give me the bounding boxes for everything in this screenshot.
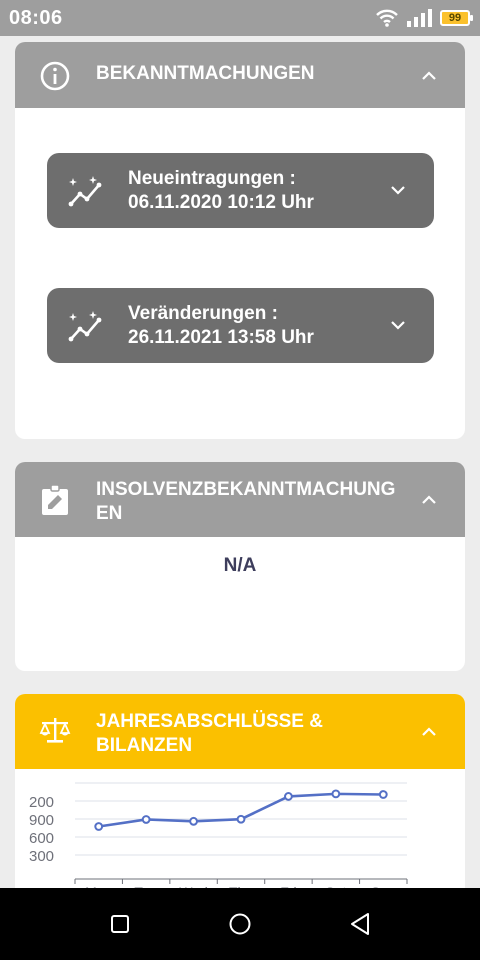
- chevron-down-icon[interactable]: [388, 180, 408, 200]
- chevron-up-icon[interactable]: [419, 66, 439, 86]
- jahresabschluesse-title-line2: BILANZEN: [96, 735, 193, 756]
- insolvenz-value: N/A: [223, 555, 257, 576]
- battery-icon: 99: [440, 10, 473, 26]
- info-icon: [40, 61, 70, 91]
- status-icons: 99: [376, 8, 473, 28]
- entry-label: Veränderungen :: [128, 303, 278, 324]
- insolvenz-header[interactable]: INSOLVENZBEKANNTMACHUNG EN: [15, 462, 465, 537]
- data-point: [94, 822, 104, 831]
- y-tick-label: 600: [29, 830, 54, 847]
- insolvenz-body: N/A: [15, 537, 465, 671]
- insolvenz-title-line1: INSOLVENZBEKANNTMACHUNG: [96, 479, 396, 500]
- bekanntmachungen-header[interactable]: BEKANNTMACHUNGEN: [15, 42, 465, 108]
- data-point: [141, 815, 151, 824]
- y-tick-label: 900: [29, 812, 54, 829]
- wifi-icon: [376, 9, 398, 27]
- navigation-bar: [0, 888, 480, 960]
- home-icon[interactable]: [228, 912, 252, 936]
- entry-text: Neueintragungen : 06.11.2020 10:12 Uhr: [128, 167, 314, 215]
- chevron-up-icon[interactable]: [419, 722, 439, 742]
- bekanntmachungen-title: BEKANNTMACHUNGEN: [96, 63, 315, 84]
- neueintragungen-item[interactable]: Neueintragungen : 06.11.2020 10:12 Uhr: [47, 153, 434, 228]
- clipboard-edit-icon: [42, 484, 68, 515]
- signal-icon: [407, 9, 432, 27]
- bekanntmachungen-card: BEKANNTMACHUNGEN Neueintragungen : 06.11…: [15, 42, 465, 439]
- data-point: [378, 790, 388, 799]
- jahresabschluesse-title-line1: JAHRESABSCHLÜSSE &: [96, 711, 323, 732]
- entry-date: 06.11.2020 10:12 Uhr: [128, 192, 314, 213]
- entry-label: Neueintragungen :: [128, 168, 296, 189]
- jahresabschluesse-title: JAHRESABSCHLÜSSE & BILANZEN: [96, 710, 396, 758]
- battery-level: 99: [448, 12, 462, 24]
- insolvenz-title: INSOLVENZBEKANNTMACHUNG EN: [96, 478, 396, 526]
- sparkline-icon: [68, 311, 102, 342]
- jahresabschluesse-header[interactable]: JAHRESABSCHLÜSSE & BILANZEN: [15, 694, 465, 769]
- insolvenz-title-line2: EN: [96, 503, 123, 524]
- data-point: [331, 789, 341, 799]
- recents-icon[interactable]: [110, 914, 130, 934]
- chevron-up-icon[interactable]: [419, 490, 439, 510]
- entry-text: Veränderungen : 26.11.2021 13:58 Uhr: [128, 302, 314, 350]
- data-point: [236, 814, 246, 824]
- data-point: [189, 816, 198, 826]
- scale-icon: [39, 718, 71, 743]
- status-bar: 08:06 99: [0, 0, 480, 36]
- entry-date: 26.11.2021 13:58 Uhr: [128, 327, 314, 348]
- veraenderungen-item[interactable]: Veränderungen : 26.11.2021 13:58 Uhr: [47, 288, 434, 363]
- sparkline-icon: [68, 176, 102, 207]
- y-tick-label: 200: [29, 794, 54, 811]
- insolvenz-card: INSOLVENZBEKANNTMACHUNG EN N/A: [15, 462, 465, 671]
- y-tick-label: 300: [29, 848, 54, 865]
- data-point: [284, 792, 293, 801]
- jahresabschluesse-card: JAHRESABSCHLÜSSE & BILANZEN 200 900 600 300…: [15, 694, 465, 914]
- status-time: 08:06: [9, 7, 63, 29]
- chevron-down-icon[interactable]: [388, 315, 408, 335]
- back-icon[interactable]: [349, 912, 371, 936]
